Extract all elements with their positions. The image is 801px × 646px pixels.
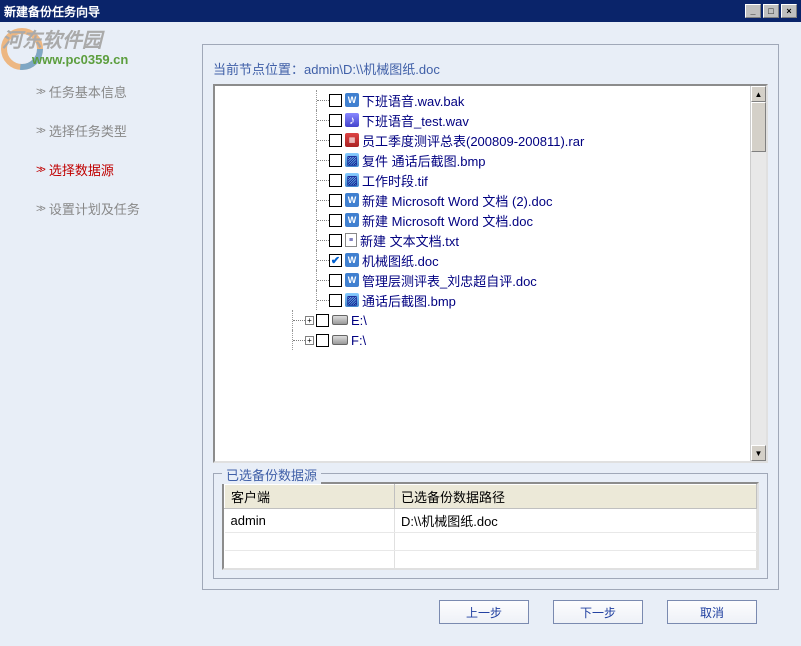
checkbox[interactable] <box>329 194 342 207</box>
checkbox[interactable] <box>316 334 329 347</box>
chevron-icon: >> <box>36 164 43 176</box>
scroll-thumb[interactable] <box>751 102 766 152</box>
step-basic-info[interactable]: >> 任务基本信息 <box>36 72 182 111</box>
checkbox[interactable]: ✔ <box>329 254 342 267</box>
minimize-button[interactable]: _ <box>745 4 761 18</box>
tree-item[interactable]: ✔W机械图纸.doc <box>217 250 748 270</box>
tree-item[interactable]: ≡新建 文本文档.txt <box>217 230 748 250</box>
tree-item-label: 新建 Microsoft Word 文档.doc <box>362 211 533 230</box>
scroll-down-icon[interactable]: ▼ <box>751 445 766 461</box>
word-icon: W <box>345 273 359 287</box>
tree-item-label: 管理层测评表_刘忠超自评.doc <box>362 271 537 290</box>
tree-item[interactable]: ♪下班语音_test.wav <box>217 110 748 130</box>
tree-item[interactable]: W新建 Microsoft Word 文档 (2).doc <box>217 190 748 210</box>
chevron-icon: >> <box>36 86 43 98</box>
cancel-button[interactable]: 取消 <box>667 600 757 624</box>
content-panel: 当前节点位置：admin\D:\\机械图纸.doc W下班语音.wav.bak♪… <box>202 44 779 590</box>
tree-item[interactable]: + E:\ <box>217 310 748 330</box>
scroll-up-icon[interactable]: ▲ <box>751 86 766 102</box>
tree-item-label: F:\ <box>351 333 366 348</box>
drive-icon <box>332 312 348 328</box>
checkbox[interactable] <box>329 154 342 167</box>
cell-client: admin <box>225 509 395 533</box>
table-row <box>225 551 757 569</box>
image-icon: ▨ <box>345 173 359 187</box>
location-path: admin\D:\\机械图纸.doc <box>304 62 440 77</box>
cell-path: D:\\机械图纸.doc <box>395 509 757 533</box>
prev-button[interactable]: 上一步 <box>439 600 529 624</box>
word-icon: W <box>345 93 359 107</box>
tree-item-label: 机械图纸.doc <box>362 251 439 270</box>
tree-item[interactable]: W下班语音.wav.bak <box>217 90 748 110</box>
step-label: 选择数据源 <box>49 160 114 179</box>
checkbox[interactable] <box>329 94 342 107</box>
step-label: 任务基本信息 <box>49 82 127 101</box>
tree-item[interactable]: ▨通话后截图.bmp <box>217 290 748 310</box>
tree-item[interactable]: + F:\ <box>217 330 748 350</box>
checkbox[interactable] <box>329 114 342 127</box>
word-icon: W <box>345 193 359 207</box>
window-title: 新建备份任务向导 <box>4 3 100 20</box>
image-icon: ▨ <box>345 153 359 167</box>
table-row <box>225 533 757 551</box>
tree-item[interactable]: ▨工作时段.tif <box>217 170 748 190</box>
tree-item[interactable]: W管理层测评表_刘忠超自评.doc <box>217 270 748 290</box>
selected-table: 客户端 已选备份数据路径 admin D:\\机械图纸.doc <box>224 484 757 569</box>
checkbox[interactable] <box>329 294 342 307</box>
tree-item-label: 新建 Microsoft Word 文档 (2).doc <box>362 191 552 210</box>
tree-item[interactable]: ▦员工季度测评总表(200809-200811).rar <box>217 130 748 150</box>
table-row[interactable]: admin D:\\机械图纸.doc <box>225 509 757 533</box>
tree-item-label: E:\ <box>351 313 367 328</box>
expand-icon[interactable]: + <box>305 336 314 345</box>
file-tree: W下班语音.wav.bak♪下班语音_test.wav▦员工季度测评总表(200… <box>213 84 768 463</box>
location-label: 当前节点位置： <box>213 62 304 77</box>
tree-item[interactable]: ▨复件 通话后截图.bmp <box>217 150 748 170</box>
step-label: 设置计划及任务 <box>49 199 140 218</box>
checkbox[interactable] <box>329 214 342 227</box>
selected-sources-panel: 已选备份数据源 客户端 已选备份数据路径 admin D:\\机 <box>213 473 768 579</box>
audio-icon: ♪ <box>345 113 359 127</box>
expand-icon[interactable]: + <box>305 316 314 325</box>
current-location: 当前节点位置：admin\D:\\机械图纸.doc <box>213 59 768 78</box>
image-icon: ▨ <box>345 293 359 307</box>
col-client-header[interactable]: 客户端 <box>225 485 395 509</box>
word-icon: W <box>345 213 359 227</box>
chevron-icon: >> <box>36 203 43 215</box>
archive-icon: ▦ <box>345 133 359 147</box>
footer-buttons: 上一步 下一步 取消 <box>202 590 779 638</box>
maximize-button[interactable]: □ <box>763 4 779 18</box>
step-task-type[interactable]: >> 选择任务类型 <box>36 111 182 150</box>
step-schedule[interactable]: >> 设置计划及任务 <box>36 189 182 228</box>
scrollbar[interactable]: ▲ ▼ <box>750 86 766 461</box>
text-icon: ≡ <box>345 233 357 247</box>
chevron-icon: >> <box>36 125 43 137</box>
checkbox[interactable] <box>316 314 329 327</box>
wizard-steps: >> 任务基本信息 >> 选择任务类型 >> 选择数据源 >> 设置计划及任务 <box>0 22 200 646</box>
checkbox[interactable] <box>329 274 342 287</box>
col-path-header[interactable]: 已选备份数据路径 <box>395 485 757 509</box>
tree-item-label: 员工季度测评总表(200809-200811).rar <box>362 131 584 150</box>
window-controls: _ □ × <box>745 4 797 18</box>
next-button[interactable]: 下一步 <box>553 600 643 624</box>
checkbox[interactable] <box>329 234 342 247</box>
tree-item-label: 复件 通话后截图.bmp <box>362 151 486 170</box>
tree-item[interactable]: W新建 Microsoft Word 文档.doc <box>217 210 748 230</box>
tree-item-label: 新建 文本文档.txt <box>360 231 459 250</box>
tree-item-label: 工作时段.tif <box>362 171 428 190</box>
step-data-source[interactable]: >> 选择数据源 <box>36 150 182 189</box>
word-icon: W <box>345 253 359 267</box>
close-button[interactable]: × <box>781 4 797 18</box>
checkbox[interactable] <box>329 174 342 187</box>
selected-legend: 已选备份数据源 <box>222 465 321 484</box>
checkbox[interactable] <box>329 134 342 147</box>
step-label: 选择任务类型 <box>49 121 127 140</box>
tree-item-label: 下班语音.wav.bak <box>362 91 464 110</box>
tree-item-label: 通话后截图.bmp <box>362 291 456 310</box>
tree-item-label: 下班语音_test.wav <box>362 111 469 130</box>
titlebar: 新建备份任务向导 _ □ × <box>0 0 801 22</box>
drive-icon <box>332 332 348 348</box>
